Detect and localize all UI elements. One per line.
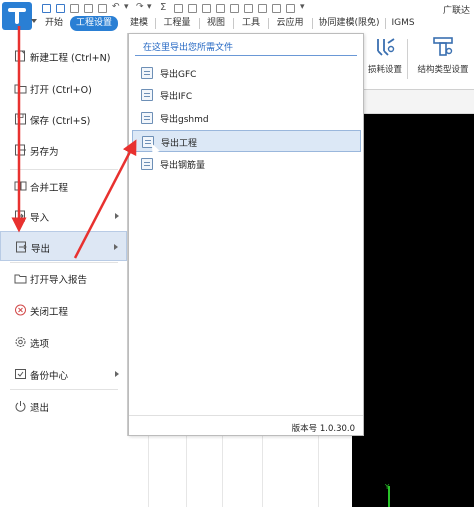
structure-type-button[interactable]: 结构类型设置 — [414, 37, 472, 75]
tab-project-settings[interactable]: 工程设置 — [70, 16, 119, 31]
tab-modeling[interactable]: 建模 — [128, 16, 150, 31]
structure-type-icon — [432, 37, 454, 57]
export-gfc-icon — [141, 67, 153, 79]
menu-item-save[interactable]: 保存 (Ctrl+S) — [0, 104, 127, 134]
export-icon — [16, 241, 27, 253]
submenu-item-export-project[interactable]: 导出工程 — [132, 130, 361, 152]
dropdown-icon[interactable]: ▾ — [147, 2, 152, 12]
layer-icon[interactable] — [244, 4, 253, 13]
menu-bottom-area — [0, 436, 128, 507]
merge-icon — [14, 181, 27, 191]
export-ifc-icon — [141, 89, 153, 101]
submenu-item-export-gshmd[interactable]: 导出gshmd — [132, 107, 361, 129]
open-folder-icon — [14, 84, 27, 94]
menu-item-exit[interactable]: 退出 — [0, 391, 127, 421]
menu-item-backup-center[interactable]: 备份中心 — [0, 359, 127, 389]
chevron-right-icon — [114, 244, 118, 250]
version-label: 版本号 1.0.30.0 — [291, 424, 355, 434]
dropdown-icon[interactable]: ▾ — [124, 2, 129, 12]
menu-item-options[interactable]: 选项 — [0, 327, 127, 357]
menu-item-export[interactable]: 导出 — [0, 231, 127, 261]
ribbon-panel: 损耗设置 结构类型设置 — [360, 33, 474, 90]
tab-cloud-app[interactable]: 云应用 — [274, 16, 306, 31]
close-circle-icon — [15, 304, 26, 316]
report-folder-icon — [14, 274, 27, 284]
open-icon[interactable] — [84, 4, 93, 13]
home-icon[interactable] — [216, 4, 225, 13]
save-as-icon — [15, 144, 26, 156]
submenu-item-export-gfc[interactable]: 导出GFC — [132, 62, 361, 84]
ribbon-tabs: 开始 工程设置 建模 工程量 视图 工具 云应用 协同建模(限免) IGMS — [0, 16, 474, 32]
y-axis-label: Y — [385, 483, 390, 491]
submenu-header: 在这里导出您所需文件 — [143, 43, 234, 53]
tab-start[interactable]: 开始 — [42, 16, 66, 31]
check-icon[interactable] — [230, 4, 239, 13]
loss-setting-icon — [374, 37, 396, 57]
menu-item-new-project[interactable]: 新建工程 (Ctrl+N) — [0, 41, 127, 71]
cloud-icon[interactable] — [258, 4, 267, 13]
menu-item-open[interactable]: 打开 (Ctrl+O) — [0, 73, 127, 103]
more-icon[interactable]: ▾ — [300, 2, 305, 12]
tab-tools[interactable]: 工具 — [240, 16, 262, 31]
submenu-item-export-ifc[interactable]: 导出IFC — [132, 84, 361, 106]
title-bar: ↶ ▾ ↷ ▾ Σ ▾ 开始 工程设置 建模 工程量 视图 工具 云应用 协同建… — [0, 0, 474, 33]
tab-view[interactable]: 视图 — [205, 16, 227, 31]
undo-icon[interactable]: ↶ — [112, 2, 120, 12]
power-icon — [15, 401, 26, 412]
import-icon — [15, 210, 25, 222]
upload-icon[interactable] — [42, 4, 51, 13]
tab-collab-modeling[interactable]: 协同建模(限免) — [318, 16, 380, 31]
backup-icon — [15, 369, 26, 379]
chevron-right-icon — [115, 371, 119, 377]
view-icon[interactable] — [202, 4, 211, 13]
grid-icon[interactable] — [98, 4, 107, 13]
ribbon-strip — [360, 90, 474, 114]
menu-item-import[interactable]: 导入 — [0, 201, 127, 231]
application-menu: 新建工程 (Ctrl+N) 打开 (Ctrl+O) 保存 (Ctrl+S) 另存… — [0, 33, 128, 436]
menu-item-close-project[interactable]: 关闭工程 — [0, 295, 127, 325]
loss-setting-button[interactable]: 损耗设置 — [362, 37, 408, 75]
menu-item-save-as[interactable]: 另存为 — [0, 135, 127, 165]
export-rebar-icon — [141, 158, 153, 170]
brand-name: 广联达 — [442, 6, 470, 16]
save-icon[interactable] — [56, 4, 65, 13]
chevron-right-icon — [115, 213, 119, 219]
drawing-canvas[interactable] — [352, 114, 474, 507]
export-gshmd-icon — [141, 112, 153, 124]
gear-icon — [15, 337, 26, 347]
calculator-icon[interactable] — [188, 4, 197, 13]
new-file-icon[interactable] — [70, 4, 79, 13]
save-icon — [15, 113, 26, 125]
menu-item-open-import-report[interactable]: 打开导入报告 — [0, 263, 127, 293]
table-icon[interactable] — [174, 4, 183, 13]
sync-icon[interactable] — [272, 4, 281, 13]
submenu-item-export-rebar[interactable]: 导出钢筋量 — [132, 153, 361, 175]
tab-quantity[interactable]: 工程量 — [161, 16, 193, 31]
redo-icon[interactable]: ↷ — [136, 2, 144, 12]
sum-icon[interactable]: Σ — [160, 2, 166, 13]
new-project-icon — [15, 50, 25, 62]
tab-igms[interactable]: IGMS — [390, 16, 416, 31]
export-submenu: 在这里导出您所需文件 导出GFC 导出IFC 导出gshmd 导出工程 导出钢筋… — [128, 33, 364, 436]
menu-item-merge-project[interactable]: 合并工程 — [0, 171, 127, 201]
tool-icon[interactable] — [286, 4, 295, 13]
